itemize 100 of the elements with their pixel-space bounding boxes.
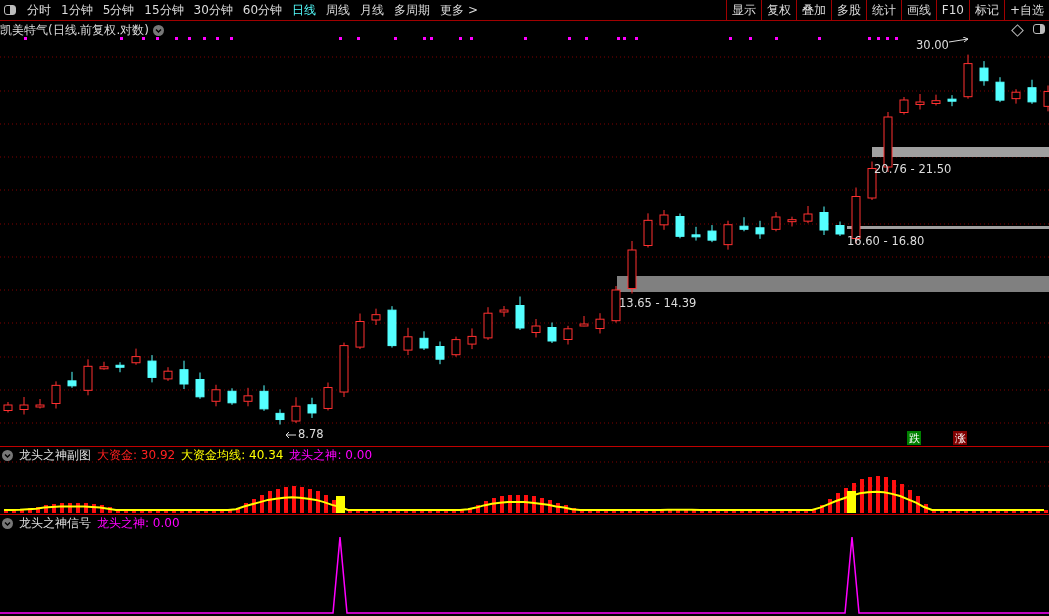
candlestick xyxy=(947,94,957,107)
candlestick xyxy=(339,342,349,398)
candlestick xyxy=(99,361,109,371)
candlestick xyxy=(371,308,381,326)
price-marker: 30.00 xyxy=(916,38,949,52)
candlestick xyxy=(563,325,573,345)
arrow-icon xyxy=(948,37,970,45)
candlestick xyxy=(739,216,749,232)
candlestick xyxy=(387,305,397,349)
period-tab[interactable]: 5分钟 xyxy=(97,0,140,20)
candlestick xyxy=(227,387,237,406)
period-tab[interactable]: 30分钟 xyxy=(188,0,238,20)
candlestick xyxy=(723,220,733,251)
candlestick xyxy=(499,305,509,318)
candlestick xyxy=(707,224,717,243)
period-tab[interactable]: 月线 xyxy=(355,0,390,20)
sidebar-toggle-icon[interactable] xyxy=(4,5,16,15)
candlestick xyxy=(211,384,221,407)
candlestick xyxy=(931,94,941,106)
candlestick xyxy=(659,209,669,231)
arrow-icon xyxy=(285,431,297,439)
candlestick xyxy=(115,361,125,373)
candlestick xyxy=(915,93,925,110)
period-tab[interactable]: 日线 xyxy=(287,0,322,20)
indicator-value: 大资金: 30.92 xyxy=(97,446,176,464)
candlestick xyxy=(403,327,413,356)
candlestick xyxy=(691,226,701,242)
candlestick xyxy=(963,54,973,100)
toolbar-button[interactable]: 显示 xyxy=(725,0,761,20)
period-tab[interactable]: 更多 > xyxy=(435,0,483,20)
candlestick xyxy=(355,313,365,350)
candlestick xyxy=(67,371,77,389)
period-tab[interactable]: 1分钟 xyxy=(56,0,98,20)
candlestick xyxy=(755,220,765,240)
candlestick xyxy=(179,360,189,390)
candlestick xyxy=(35,398,45,409)
toolbar-button[interactable]: +自选 xyxy=(1003,0,1049,20)
chevron-down-icon[interactable] xyxy=(153,24,164,36)
sidebar-toggle-icon[interactable] xyxy=(1033,24,1045,34)
candlestick xyxy=(323,382,333,411)
candlestick xyxy=(643,212,653,248)
toolbar-button[interactable]: F10 xyxy=(935,0,969,20)
candlestick xyxy=(291,396,301,424)
candlestick xyxy=(899,96,909,115)
candlestick xyxy=(1027,79,1037,105)
indicator-value: 大资金均线: 40.34 xyxy=(181,446,284,464)
candlestick xyxy=(3,401,13,413)
signal-block xyxy=(847,491,856,513)
candlestick xyxy=(611,285,621,324)
signal-badge: 跌 xyxy=(907,431,921,445)
period-tab[interactable]: 多周期 xyxy=(389,0,436,20)
candlestick xyxy=(531,318,541,338)
price-zone-label: 16.60 - 16.80 xyxy=(847,234,925,248)
chevron-down-icon[interactable] xyxy=(2,517,13,529)
candlestick xyxy=(835,221,845,237)
candlestick xyxy=(675,213,685,239)
candlestick xyxy=(195,372,205,400)
toolbar-button[interactable]: 标记 xyxy=(968,0,1004,20)
indicator-title: 龙头之神信号 xyxy=(19,514,91,532)
chevron-down-icon[interactable] xyxy=(2,449,13,461)
candlestick xyxy=(243,387,253,407)
toolbar-button[interactable]: 叠加 xyxy=(795,0,831,20)
candlestick xyxy=(467,327,477,350)
indicator-title: 龙头之神副图 xyxy=(19,446,91,464)
price-marker: 8.78 xyxy=(298,427,324,441)
candlestick xyxy=(771,211,781,232)
toolbar-button[interactable]: 多股 xyxy=(830,0,866,20)
toolbar-button[interactable]: 画线 xyxy=(900,0,936,20)
candlestick xyxy=(451,336,461,358)
toolbar-button[interactable]: 复权 xyxy=(760,0,796,20)
candlestick xyxy=(147,354,157,383)
candlestick xyxy=(803,205,813,224)
candlestick xyxy=(307,397,317,419)
candlestick xyxy=(1011,88,1021,105)
period-tab[interactable]: 60分钟 xyxy=(237,0,288,20)
candlestick xyxy=(419,330,429,351)
candlestick xyxy=(163,366,173,382)
candlestick xyxy=(435,341,445,365)
indicator-value: 龙头之神: 0.00 xyxy=(97,514,180,532)
candlestick xyxy=(483,306,493,341)
candlestick xyxy=(19,396,29,415)
candlestick xyxy=(547,322,557,344)
candlestick xyxy=(275,408,285,425)
chart-title: 凯美特气(日线.前复权.对数) xyxy=(0,21,149,39)
candlestick xyxy=(259,384,269,412)
candlestick xyxy=(131,348,141,366)
candlestick xyxy=(995,76,1005,103)
indicator-value: 龙头之神: 0.00 xyxy=(289,446,372,464)
candlestick xyxy=(979,60,989,87)
period-tab[interactable]: 周线 xyxy=(321,0,356,20)
period-tab[interactable]: 15分钟 xyxy=(139,0,189,20)
toolbar-button[interactable]: 统计 xyxy=(865,0,901,20)
candlestick xyxy=(579,315,589,327)
candlestick xyxy=(595,312,605,334)
candlestick xyxy=(515,296,525,331)
candlestick xyxy=(83,358,93,396)
candlestick xyxy=(627,240,637,294)
candlestick xyxy=(787,216,797,227)
signal-block xyxy=(336,496,345,513)
period-tab[interactable]: 分时 xyxy=(22,0,56,20)
